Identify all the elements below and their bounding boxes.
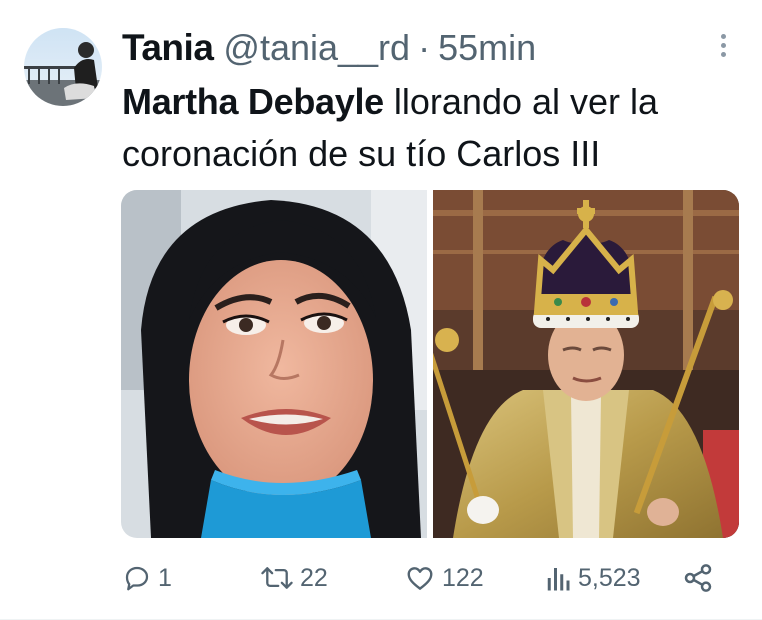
separator-dot: ·	[418, 27, 431, 68]
woman-crying-photo	[121, 190, 427, 538]
media-photo-left[interactable]	[121, 190, 427, 538]
heart-icon	[407, 567, 433, 590]
action-bar: 1 22 122 5,523	[122, 556, 722, 600]
tweet-text-mention: Martha Debayle	[122, 81, 384, 122]
author-name[interactable]: Tania	[122, 27, 214, 69]
views-bar-chart-icon	[547, 568, 570, 591]
media-grid	[121, 190, 739, 538]
timestamp[interactable]: 55min	[438, 27, 536, 69]
like-button[interactable]: 122	[404, 556, 484, 600]
media-photo-right[interactable]	[433, 190, 739, 538]
views-count: 5,523	[578, 563, 641, 592]
retweet-icon	[261, 567, 293, 589]
reply-count: 1	[158, 563, 172, 592]
reply-icon	[125, 566, 149, 591]
more-options-icon[interactable]	[712, 30, 734, 64]
tweet-text: Martha Debayle llorando al ver la corona…	[122, 76, 747, 180]
avatar[interactable]	[24, 28, 102, 106]
tweet-card[interactable]: Tania @tania__rd · 55min Martha Debayle …	[0, 0, 762, 620]
retweet-count: 22	[300, 563, 328, 592]
avatar-photo	[24, 28, 102, 106]
share-button[interactable]	[682, 556, 714, 600]
king-coronation-photo	[433, 190, 739, 538]
like-count: 122	[442, 563, 484, 592]
tweet-header: Tania @tania__rd · 55min	[122, 24, 536, 72]
views-button[interactable]: 5,523	[546, 556, 641, 600]
author-handle[interactable]: @tania__rd	[223, 27, 410, 69]
share-icon	[684, 564, 712, 592]
reply-button[interactable]: 1	[122, 556, 172, 600]
retweet-button[interactable]: 22	[260, 556, 328, 600]
